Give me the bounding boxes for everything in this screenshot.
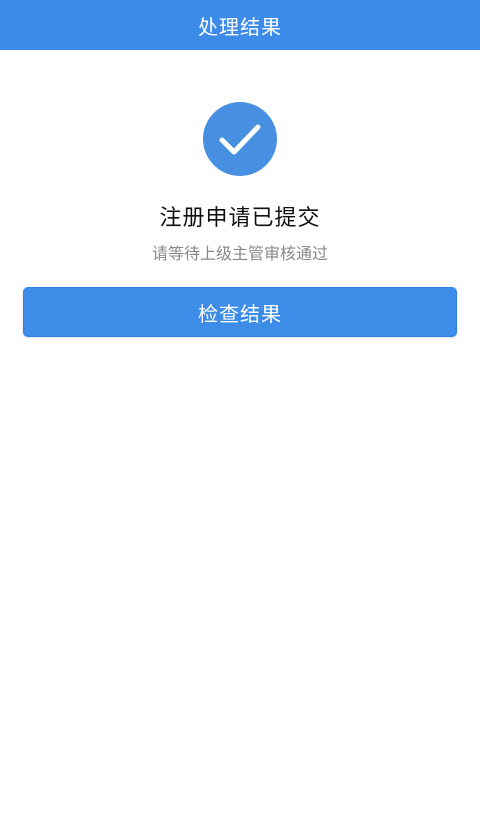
check-result-button-label: 检查结果	[198, 301, 282, 326]
check-result-button[interactable]: 检查结果	[23, 287, 457, 337]
status-subtitle: 请等待上级主管审核通过	[151, 244, 328, 263]
result-panel: 注册申请已提交 请等待上级主管审核通过 检查结果	[0, 50, 480, 830]
status-title: 注册申请已提交	[159, 206, 321, 231]
check-icon	[219, 124, 261, 155]
success-check-icon	[203, 102, 277, 176]
top-bar: 处理结果	[0, 0, 480, 50]
page-title: 处理结果	[198, 14, 282, 39]
